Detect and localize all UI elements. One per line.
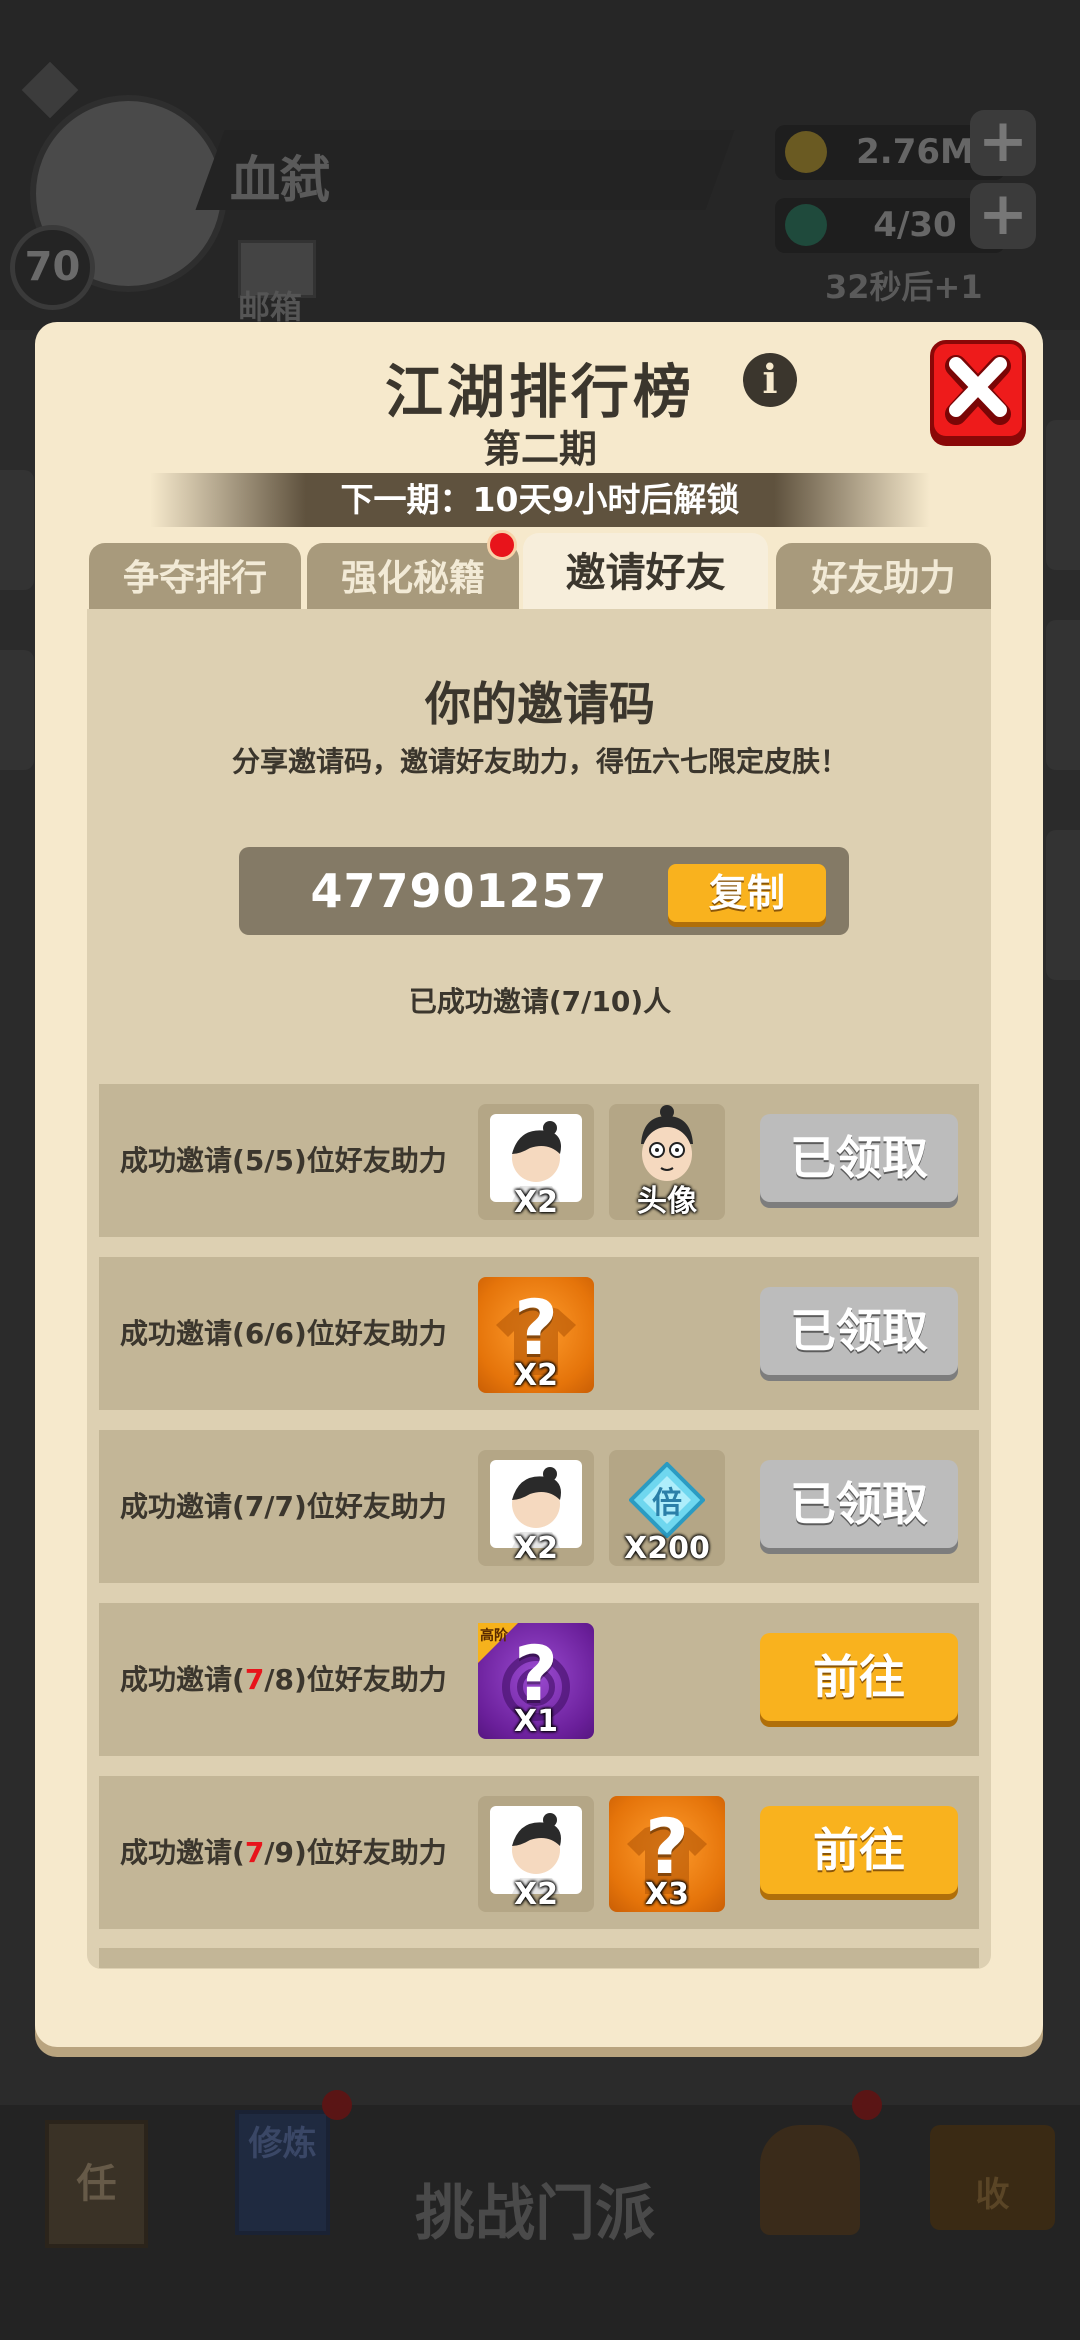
tab-notification-dot [487, 530, 517, 560]
reward-item-mystery-shirt[interactable]: ? X2 [478, 1277, 594, 1393]
reward-item-portrait-puzzle[interactable]: X2 [478, 1104, 594, 1220]
reward-row-label: 成功邀请(7/8)位好友助力 [120, 1663, 447, 1696]
reward-quantity: X3 [644, 1877, 689, 1912]
notification-dot [322, 2090, 352, 2120]
claimed-button[interactable]: 已领取 [760, 1287, 958, 1375]
claimed-button[interactable]: 已领取 [760, 1460, 958, 1548]
coin-add-button: + [970, 110, 1036, 176]
reward-quantity: X1 [513, 1704, 558, 1739]
reward-quantity: X2 [513, 1531, 558, 1566]
player-level-badge: 70 [10, 225, 95, 310]
reward-row-partial [99, 1948, 979, 1968]
modal-title: 江湖排行榜 [384, 358, 695, 426]
side-button-right [1046, 830, 1080, 980]
claimed-button[interactable]: 已领取 [760, 1114, 958, 1202]
reward-quantity: X2 [513, 1185, 558, 1220]
reward-item-portrait-puzzle[interactable]: X2 [478, 1450, 594, 1566]
go-button[interactable]: 前往 [760, 1806, 958, 1894]
advanced-badge-label: 高阶 [480, 1628, 508, 1644]
close-icon [945, 355, 1011, 425]
go-button[interactable]: 前往 [760, 1633, 958, 1721]
gem-label: 倍 [652, 1486, 682, 1521]
cultivate-book-icon: 修炼 [235, 2110, 330, 2235]
invite-code: 477901257 [310, 864, 608, 918]
reward-item-mystery-shirt[interactable]: ? X3 [609, 1796, 725, 1912]
coin-icon [785, 131, 827, 173]
reward-item-portrait-puzzle[interactable]: X2 [478, 1796, 594, 1912]
reward-quantity: X2 [513, 1358, 558, 1393]
reward-quantity: X200 [624, 1531, 710, 1566]
tab-friend-assist[interactable]: 好友助力 [776, 543, 991, 611]
close-button[interactable] [930, 340, 1026, 440]
reward-row-label: 成功邀请(6/6)位好友助力 [120, 1317, 447, 1350]
invited-count: 已成功邀请(7/10)人 [408, 985, 672, 1018]
tab-ranking[interactable]: 争夺排行 [89, 543, 301, 611]
task-scroll-icon: 任 [45, 2120, 148, 2248]
invite-description: 分享邀请码，邀请好友助力，得伍六七限定皮肤！ [231, 745, 848, 778]
challenge-sect-label: 挑战门派 [415, 2179, 655, 2249]
reward-row-label: 成功邀请(7/9)位好友助力 [120, 1836, 447, 1869]
reward-row-label: 成功邀请(5/5)位好友助力 [120, 1144, 447, 1177]
helmet-icon [760, 2125, 860, 2235]
copy-button[interactable]: 复制 [668, 864, 826, 922]
reward-item-multiplier-gem[interactable]: 倍 X200 [609, 1450, 725, 1566]
notification-dot [852, 2090, 882, 2120]
season-label: 第二期 [482, 427, 597, 471]
energy-icon [785, 204, 827, 246]
reward-item-avatar[interactable]: 头像 [609, 1104, 725, 1220]
tab-invite-friends[interactable]: 邀请好友 [523, 533, 768, 611]
reward-quantity: 头像 [637, 1184, 697, 1219]
info-icon[interactable]: i [743, 353, 797, 407]
energy-timer: 32秒后+1 [825, 268, 983, 306]
next-season-unlock-text: 下一期：10天9小时后解锁 [150, 473, 930, 527]
invite-code-title: 你的邀请码 [425, 677, 655, 731]
reward-row-label: 成功邀请(7/7)位好友助力 [120, 1490, 447, 1523]
reward-item-mystery-advanced[interactable]: ? 高阶 X1 [478, 1623, 594, 1739]
reward-quantity: X2 [513, 1877, 558, 1912]
player-name: 血弑 [230, 151, 330, 209]
tab-enhance-manual[interactable]: 强化秘籍 [307, 543, 519, 611]
collect-house-icon: 收 [930, 2125, 1055, 2230]
energy-add-button: + [970, 183, 1036, 249]
side-button-left [0, 470, 34, 590]
